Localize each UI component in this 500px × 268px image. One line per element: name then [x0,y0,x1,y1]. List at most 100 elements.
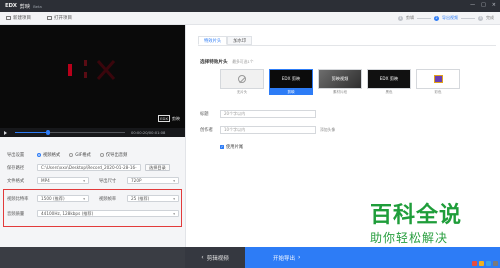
watermark-name: 剪映 [172,115,180,121]
thumbnail-black[interactable]: EDX 剪映 黑色 [367,69,411,95]
save-path-label: 保存路径 [7,165,25,171]
new-project-button[interactable]: 新建项目 [6,15,31,21]
choose-directory-button[interactable]: 选择目录 [145,164,170,171]
step-3-number: 3 [478,15,483,21]
tab-watermark[interactable]: 加水印 [227,36,253,45]
chevron-down-icon: ▾ [83,178,85,183]
title-bar: EDX 剪映 Beta — □ × [0,0,500,12]
thumbnail-caption: 剪映 [269,89,313,95]
radio-video-label: 视频格式 [43,153,61,158]
radio-gif-label: GIF格式 [75,153,91,158]
author-label: 创作者 [200,128,213,133]
radio-audio-label: 仅导出音频 [105,153,128,158]
file-format-label: 文件格式 [7,178,25,184]
thumbnail-color[interactable]: 彩色 [416,69,460,95]
thumbnail-image [220,69,264,89]
section-title: 选择特效片头 最多可选1个 [200,59,254,65]
use-outro-checkbox[interactable]: ✓ 使用片尾 [220,144,243,150]
thumbnail-jianying[interactable]: EDX 剪映 剪映 [269,69,313,95]
tab-intro-effects[interactable]: 特效片头 [198,36,228,45]
site-watermark: 百科全说 助你轻松解决 [370,205,462,246]
radio-gif[interactable]: GIF格式 [69,152,91,158]
player-controls: 00:00:20/00:01:08 [0,128,185,137]
tray-app-icon[interactable] [479,261,484,266]
window-controls: — □ × [470,2,496,8]
step-1-label: 剪辑 [406,15,414,20]
export-type-row: 导出设置 视频格式 GIF格式 仅导出音频 [7,152,136,158]
step-2-number: 2 [434,15,439,21]
new-project-icon [6,16,11,20]
step-indicator: 1 剪辑 2 导出视频 3 完成 [398,15,494,21]
title-input-row: 标题 20个字以内 [200,110,316,118]
close-icon[interactable]: × [492,2,496,8]
step-divider [461,17,475,19]
chevron-right-icon: › [298,254,301,261]
save-path-value: C:\Users\xxx\Desktop\Record_2020-01-28-1… [41,165,137,170]
chevron-left-icon: ‹ [201,254,204,261]
color-square-icon [433,75,443,83]
edit-video-button[interactable]: ‹ 剪辑视频 [185,247,245,268]
radio-video[interactable]: 视频格式 [37,152,60,158]
save-path-row: 保存路径 C:\Users\xxx\Desktop\Record_2020-01… [7,164,170,171]
maximize-icon[interactable]: □ [481,2,486,8]
highlight-annotation-box [3,189,182,227]
watermark-logo: EDX [158,115,170,122]
bottom-bar: ‹ 剪辑视频 开始导出 › [0,247,500,268]
minimize-icon[interactable]: — [470,2,475,8]
progress-knob[interactable] [45,130,51,135]
intro-thumbnails: 无片头 EDX 剪映 剪映 剪映视频 素材片段 EDX 剪映 黑色 彩色 [220,69,460,95]
beta-badge: Beta [33,3,42,9]
thumbnail-image: EDX 剪映 [367,69,411,89]
author-input[interactable]: 10个字以内 [220,126,316,134]
tray-app-icon[interactable] [472,261,477,266]
new-project-label: 新建项目 [13,16,31,21]
playback-progress-bar[interactable] [15,130,125,135]
radio-dot [69,153,74,157]
start-export-button[interactable]: 开始导出 › [245,247,500,268]
thumbnail-image: 剪映视频 [318,69,362,89]
add-avatar-link[interactable]: 添加头像 [320,127,335,133]
thumbnail-image: EDX 剪映 [269,69,313,89]
step-1-number: 1 [398,15,403,21]
thumbnail-caption: 黑色 [385,89,393,94]
resolution-select[interactable]: 720P ▾ [127,177,179,184]
video-logo-graphic [68,60,116,80]
title-label: 标题 [200,112,209,117]
author-input-row: 创作者 10个字以内 添加头像 [200,126,335,134]
resolution-value: 720P [131,178,142,183]
checkbox-checked-icon: ✓ [220,145,224,149]
video-logo-art [62,57,124,88]
tray-app-icon[interactable] [493,261,498,266]
step-divider [417,17,431,19]
file-format-select[interactable]: MP4 ▾ [37,177,89,184]
open-project-button[interactable]: 打开项目 [47,15,72,21]
thumbnail-clip[interactable]: 剪映视频 素材片段 [318,69,362,95]
thumbnail-image [416,69,460,89]
thumbnail-none[interactable]: 无片头 [220,69,264,95]
folder-icon [47,16,52,20]
radio-dot [99,153,104,157]
bottom-left-area [0,247,185,268]
left-panel: EDX 剪映 00:00:20/00:01:08 导出设置 视频格式 GIF格式… [0,25,185,247]
app-brand: EDX 剪映 Beta [5,3,42,10]
play-icon[interactable] [4,130,7,135]
title-input[interactable]: 20个字以内 [220,110,316,118]
app-name: 剪映 [19,3,31,10]
thumbnail-caption: 素材片段 [333,89,347,94]
app-logo: EDX [5,3,17,9]
tab-divider [198,45,496,46]
open-project-label: 打开项目 [54,16,72,21]
section-hint: 最多可选1个 [232,59,254,64]
thumbnail-caption: 无片头 [236,89,248,94]
watermark-brand: 百科全说 [370,203,463,228]
resolution-label: 导出尺寸 [99,178,117,184]
save-path-field[interactable]: C:\Users\xxx\Desktop\Record_2020-01-28-1… [37,164,141,171]
tray-app-icon[interactable] [486,261,491,266]
section-title-text: 选择特效片头 [200,60,228,65]
start-export-label: 开始导出 [273,255,296,262]
radio-audio[interactable]: 仅导出音频 [99,152,128,158]
playback-time: 00:00:20/00:01:08 [131,130,166,135]
video-preview[interactable]: EDX 剪映 [0,25,185,128]
export-settings-label: 导出设置 [7,153,25,158]
radio-dot [37,153,41,157]
